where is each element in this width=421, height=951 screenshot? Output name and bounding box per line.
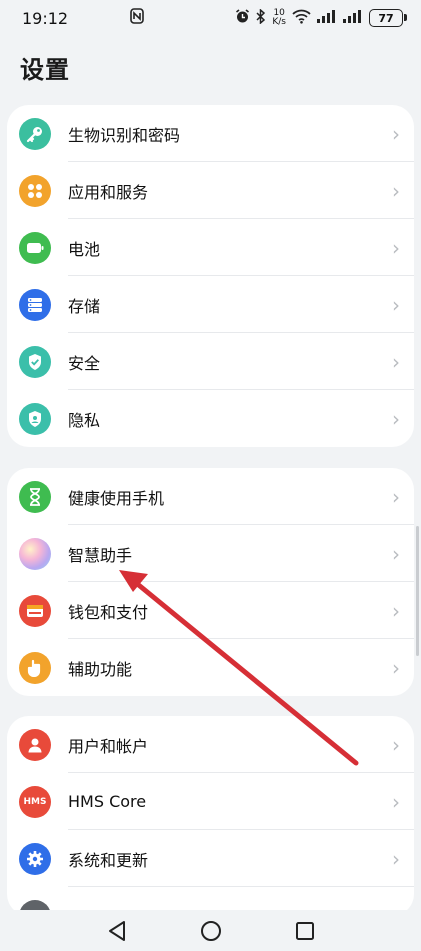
chevron-right-icon: › — [392, 846, 400, 871]
network-speed: 10 K/s — [272, 8, 286, 27]
settings-item-label: 隐私 — [68, 410, 101, 430]
chevron-right-icon: › — [392, 292, 400, 317]
alarm-icon — [235, 8, 250, 28]
settings-item-label: 应用和服务 — [68, 182, 149, 202]
chevron-right-icon: › — [392, 349, 400, 374]
apps-icon — [19, 174, 51, 207]
chevron-right-icon: › — [392, 484, 400, 509]
settings-item-privacy[interactable]: 隐私 › — [7, 390, 414, 447]
settings-item-label: 辅助功能 — [68, 659, 133, 679]
recents-icon[interactable] — [291, 917, 319, 945]
settings-item-battery[interactable]: 电池 › — [7, 219, 414, 276]
settings-item-smart-assistant[interactable]: 智慧助手 › — [7, 525, 414, 582]
settings-item-label: 用户和帐户 — [68, 736, 149, 756]
back-icon[interactable] — [103, 917, 131, 945]
hand-icon — [19, 651, 51, 684]
home-icon[interactable] — [197, 917, 225, 945]
privacy-shield-icon — [19, 402, 51, 435]
settings-item-label: 安全 — [68, 353, 101, 373]
settings-item-digital-balance[interactable]: 健康使用手机 › — [7, 468, 414, 525]
chevron-right-icon: › — [392, 541, 400, 566]
settings-item-security[interactable]: 安全 › — [7, 333, 414, 390]
settings-item-apps[interactable]: 应用和服务 › — [7, 162, 414, 219]
settings-item-hms-core[interactable]: HMS HMS Core › — [7, 773, 414, 830]
settings-item-system-update[interactable]: 系统和更新 › — [7, 830, 414, 887]
battery-indicator: 77 — [369, 9, 407, 27]
chevron-right-icon: › — [392, 598, 400, 623]
settings-item-label: 存储 — [68, 296, 101, 316]
storage-icon — [19, 288, 51, 321]
chevron-right-icon: › — [392, 732, 400, 757]
chevron-right-icon: › — [392, 406, 400, 431]
settings-item-label: 智慧助手 — [68, 545, 133, 565]
settings-item-wallet[interactable]: 钱包和支付 › — [7, 582, 414, 639]
gear-icon — [19, 842, 51, 875]
hms-icon: HMS — [19, 785, 51, 818]
status-bar: 19:12 10 K/s 77 — [0, 0, 421, 36]
settings-item-biometrics[interactable]: 生物识别和密码 › — [7, 105, 414, 162]
settings-group-2: 健康使用手机 › 智慧助手 › 钱包和支付 › 辅助功能 › — [7, 468, 414, 696]
chevron-right-icon: › — [392, 235, 400, 260]
navigation-bar — [0, 910, 421, 951]
settings-group-1: 生物识别和密码 › 应用和服务 › 电池 › 存储 › 安全 › 隐私 › — [7, 105, 414, 447]
wifi-icon — [292, 9, 311, 28]
signal-icon — [343, 9, 363, 27]
settings-group-3: 用户和帐户 › HMS HMS Core › 系统和更新 › — [7, 716, 414, 916]
settings-item-accessibility[interactable]: 辅助功能 › — [7, 639, 414, 696]
nfc-icon — [130, 8, 144, 28]
status-time: 19:12 — [22, 8, 69, 28]
settings-item-users-accounts[interactable]: 用户和帐户 › — [7, 716, 414, 773]
chevron-right-icon: › — [392, 121, 400, 146]
chevron-right-icon: › — [392, 655, 400, 680]
settings-item-label: 生物识别和密码 — [68, 125, 181, 145]
chevron-right-icon: › — [392, 789, 400, 814]
settings-item-storage[interactable]: 存储 › — [7, 276, 414, 333]
bluetooth-icon — [256, 7, 266, 28]
key-icon — [19, 117, 51, 150]
scrollbar[interactable] — [416, 526, 419, 656]
page-title: 设置 — [20, 56, 70, 84]
settings-item-label: 系统和更新 — [68, 850, 149, 870]
signal-icon — [317, 9, 337, 27]
settings-item-label: 健康使用手机 — [68, 488, 165, 508]
user-icon — [19, 728, 51, 761]
hourglass-icon — [19, 480, 51, 513]
settings-item-label: 电池 — [68, 239, 101, 259]
settings-item-label: 钱包和支付 — [68, 602, 149, 622]
battery-icon — [19, 231, 51, 264]
chevron-right-icon: › — [392, 178, 400, 203]
wallet-icon — [19, 594, 51, 627]
shield-check-icon — [19, 345, 51, 378]
assistant-orb-icon — [19, 537, 51, 570]
settings-item-label: HMS Core — [68, 792, 147, 811]
